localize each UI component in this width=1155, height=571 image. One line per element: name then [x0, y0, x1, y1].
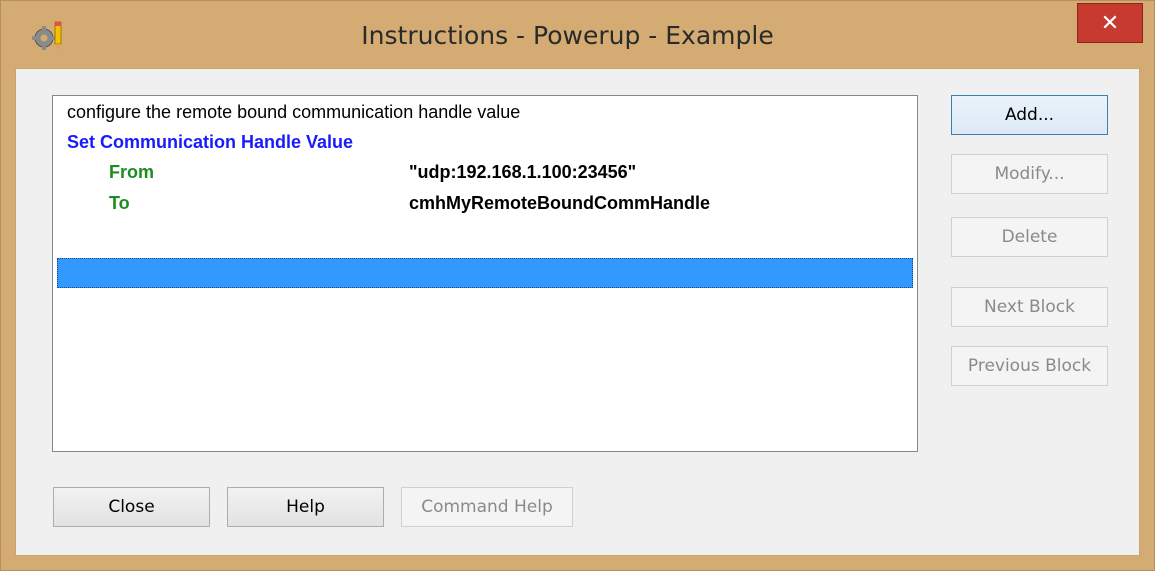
param-from-value: "udp:192.168.1.100:23456"	[409, 162, 637, 182]
list-item-comment[interactable]: configure the remote bound communication…	[67, 102, 520, 123]
title-bar[interactable]: Instructions - Powerup - Example ✕	[1, 1, 1154, 71]
delete-button[interactable]: Delete	[951, 217, 1108, 257]
param-to-value: cmhMyRemoteBoundCommHandle	[409, 193, 711, 213]
list-item-command[interactable]: Set Communication Handle Value	[67, 132, 353, 153]
param-to-label: To	[109, 193, 130, 213]
modify-button[interactable]: Modify...	[951, 154, 1108, 194]
dialog-window: Instructions - Powerup - Example ✕ confi…	[0, 0, 1155, 571]
window-title: Instructions - Powerup - Example	[361, 21, 774, 50]
param-from-label: From	[109, 162, 154, 182]
list-item-selected-empty[interactable]	[57, 258, 913, 288]
dialog-client-area: configure the remote bound communication…	[15, 68, 1140, 556]
command-help-button[interactable]: Command Help	[401, 487, 573, 527]
previous-block-button[interactable]: Previous Block	[951, 346, 1108, 386]
add-button[interactable]: Add...	[951, 95, 1108, 135]
next-block-button[interactable]: Next Block	[951, 287, 1108, 327]
close-button[interactable]: Close	[53, 487, 210, 527]
help-button[interactable]: Help	[227, 487, 384, 527]
close-icon: ✕	[1100, 10, 1120, 36]
close-window-button[interactable]: ✕	[1077, 3, 1143, 43]
instruction-list[interactable]: configure the remote bound communication…	[52, 95, 918, 452]
